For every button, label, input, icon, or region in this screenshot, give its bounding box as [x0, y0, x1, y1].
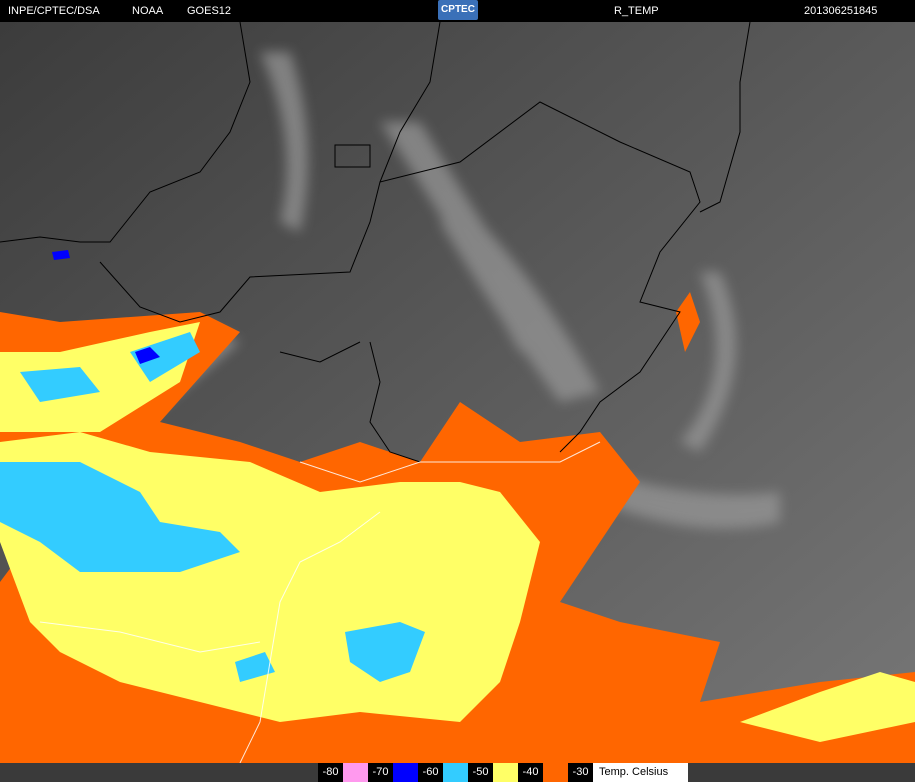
legend-swatch-cyan — [443, 763, 468, 782]
timestamp-label: 201306251845 — [804, 5, 878, 17]
legend-label: -60 — [418, 763, 443, 782]
satellite-label: GOES12 — [187, 5, 232, 17]
cptec-logo: CPTEC — [438, 0, 478, 20]
legend-swatch-pink — [343, 763, 368, 782]
legend-label: -40 — [518, 763, 543, 782]
legend-unit: Temp. Celsius — [599, 766, 669, 778]
legend-swatch-yellow — [493, 763, 518, 782]
header-bar: INPE/CPTEC/DSA NOAA GOES12 CPTEC R_TEMP … — [0, 0, 915, 22]
source-label: NOAA — [132, 5, 164, 17]
satellite-image-viewer: INPE/CPTEC/DSA NOAA GOES12 CPTEC R_TEMP … — [0, 0, 915, 782]
legend-label: -50 — [468, 763, 493, 782]
satellite-map — [0, 22, 915, 763]
legend-label: -70 — [368, 763, 393, 782]
product-label: R_TEMP — [614, 5, 659, 17]
legend-swatch-orange — [543, 763, 568, 782]
legend-label: -80 — [318, 763, 343, 782]
temperature-legend: -80 -70 -60 -50 -40 -30 Temp. Celsius — [318, 763, 688, 782]
legend-swatch-blue — [393, 763, 418, 782]
agency-label: INPE/CPTEC/DSA — [8, 5, 100, 17]
legend-label: -30 — [568, 763, 593, 782]
